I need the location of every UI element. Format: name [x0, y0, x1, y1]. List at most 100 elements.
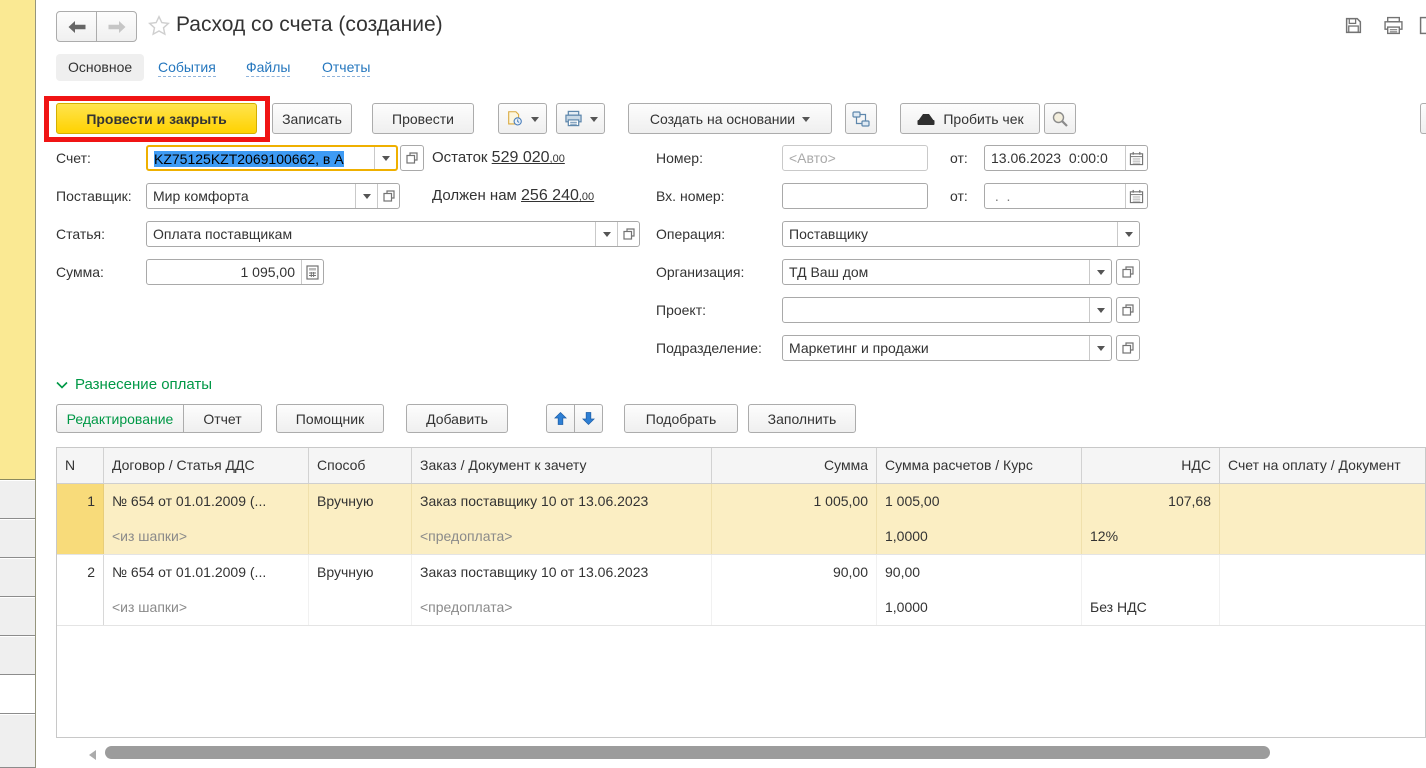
date-value[interactable]: 13.06.2023 0:00:0: [985, 146, 1125, 170]
tab-reports[interactable]: Отчеты: [322, 58, 370, 77]
cell-settlement-sum[interactable]: 90,00: [877, 555, 1082, 590]
department-open-button[interactable]: [1116, 335, 1140, 361]
scroll-left-arrow[interactable]: [84, 750, 96, 760]
calendar-icon: [1129, 151, 1144, 166]
save-icon[interactable]: [1344, 16, 1363, 40]
cell-vat[interactable]: 107,68: [1082, 484, 1220, 519]
edit-mode-button[interactable]: Редактирование: [56, 404, 184, 433]
clipped-toolbar-button[interactable]: [1420, 103, 1426, 134]
search-button[interactable]: [1044, 103, 1076, 134]
related-documents-button[interactable]: [845, 103, 877, 134]
incoming-date-value[interactable]: . .: [985, 184, 1125, 208]
cell-contract[interactable]: № 654 от 01.01.2009 (...: [104, 484, 309, 519]
operation-value[interactable]: Поставщику: [783, 222, 1117, 246]
department-value[interactable]: Маркетинг и продажи: [783, 336, 1089, 360]
supplier-dropdown[interactable]: [355, 184, 377, 208]
incoming-number-field[interactable]: [782, 183, 928, 209]
account-open-button[interactable]: [400, 145, 424, 171]
cell-method[interactable]: Вручную: [309, 555, 412, 590]
article-dropdown[interactable]: [595, 222, 617, 246]
cell-invoice[interactable]: [1220, 484, 1425, 519]
incoming-date-calendar-button[interactable]: [1125, 184, 1147, 208]
article-open-button[interactable]: [617, 222, 639, 246]
incoming-number-value[interactable]: [783, 184, 927, 208]
favorite-star-icon[interactable]: [148, 15, 170, 36]
cell-vat[interactable]: [1082, 555, 1220, 590]
project-dropdown[interactable]: [1089, 298, 1111, 322]
table-row[interactable]: 1 № 654 от 01.01.2009 (... <из шапки> Вр…: [57, 484, 1425, 555]
amount-field[interactable]: 1 095,00: [146, 259, 324, 285]
balance-amount-link[interactable]: 529 020: [492, 149, 550, 166]
project-open-button[interactable]: [1116, 297, 1140, 323]
payment-section-toggle[interactable]: Разнесение оплаты: [56, 376, 212, 393]
post-button[interactable]: Провести: [372, 103, 474, 134]
add-row-button[interactable]: Добавить: [406, 404, 508, 433]
number-placeholder[interactable]: <Авто>: [783, 146, 927, 170]
post-and-close-button[interactable]: Провести и закрыть: [56, 103, 257, 134]
postpone-dropdown-button[interactable]: [498, 103, 547, 134]
owed-amount-link[interactable]: 256 240: [521, 187, 579, 204]
department-field[interactable]: Маркетинг и продажи: [782, 335, 1112, 361]
cell-order-note[interactable]: <предоплата>: [412, 519, 712, 554]
supplier-field[interactable]: Мир комфорта: [146, 183, 400, 209]
project-field[interactable]: [782, 297, 1112, 323]
report-mode-button[interactable]: Отчет: [183, 404, 262, 433]
supplier-owed: Должен нам 256 240,00: [432, 183, 594, 210]
amount-calculator-button[interactable]: [301, 260, 323, 284]
write-button[interactable]: Записать: [272, 103, 352, 134]
number-field[interactable]: <Авто>: [782, 145, 928, 171]
create-based-on-button[interactable]: Создать на основании: [628, 103, 832, 134]
cell-contract[interactable]: № 654 от 01.01.2009 (...: [104, 555, 309, 590]
cell-settlement-sum[interactable]: 1 005,00: [877, 484, 1082, 519]
department-dropdown[interactable]: [1089, 336, 1111, 360]
amount-value[interactable]: 1 095,00: [147, 260, 301, 284]
cell-contract-note[interactable]: <из шапки>: [104, 519, 309, 554]
print-dropdown-button[interactable]: [556, 103, 605, 134]
cell-vat-rate[interactable]: Без НДС: [1082, 590, 1220, 625]
forward-button[interactable]: [96, 11, 137, 42]
fill-button[interactable]: Заполнить: [748, 404, 856, 433]
cell-contract-note[interactable]: <из шапки>: [104, 590, 309, 625]
cell-vat-rate[interactable]: 12%: [1082, 519, 1220, 554]
supplier-value[interactable]: Мир комфорта: [147, 184, 355, 208]
date-field[interactable]: 13.06.2023 0:00:0: [984, 145, 1148, 171]
tab-files[interactable]: Файлы: [246, 58, 290, 77]
horizontal-scrollbar-thumb[interactable]: [105, 746, 1270, 759]
row-number[interactable]: 2: [57, 555, 104, 625]
account-field[interactable]: KZ75125KZT2069100662, в А: [146, 145, 398, 171]
pick-button[interactable]: Подобрать: [624, 404, 738, 433]
cell-order-note[interactable]: <предоплата>: [412, 590, 712, 625]
print-receipt-button[interactable]: Пробить чек: [900, 103, 1040, 134]
move-down-button[interactable]: [574, 404, 603, 433]
cell-sum[interactable]: 90,00: [712, 555, 877, 590]
organization-open-button[interactable]: [1116, 259, 1140, 285]
assistant-button[interactable]: Помощник: [276, 404, 384, 433]
operation-field[interactable]: Поставщику: [782, 221, 1140, 247]
tab-main[interactable]: Основное: [56, 54, 144, 81]
incoming-date-field[interactable]: . .: [984, 183, 1148, 209]
back-button[interactable]: [56, 11, 97, 42]
row-number[interactable]: 1: [57, 484, 104, 554]
organization-dropdown[interactable]: [1089, 260, 1111, 284]
cell-invoice[interactable]: [1220, 555, 1425, 590]
organization-field[interactable]: ТД Ваш дом: [782, 259, 1112, 285]
operation-dropdown[interactable]: [1117, 222, 1139, 246]
print-icon[interactable]: [1383, 16, 1404, 40]
cell-method[interactable]: Вручную: [309, 484, 412, 519]
project-value[interactable]: [783, 298, 1089, 322]
table-row[interactable]: 2 № 654 от 01.01.2009 (... <из шапки> Вр…: [57, 555, 1425, 626]
article-field[interactable]: Оплата поставщикам: [146, 221, 640, 247]
cell-order[interactable]: Заказ поставщику 10 от 13.06.2023: [412, 484, 712, 519]
article-value[interactable]: Оплата поставщикам: [147, 222, 595, 246]
cell-rate[interactable]: 1,0000: [877, 519, 1082, 554]
cell-rate[interactable]: 1,0000: [877, 590, 1082, 625]
cell-order[interactable]: Заказ поставщику 10 от 13.06.2023: [412, 555, 712, 590]
move-up-button[interactable]: [546, 404, 575, 433]
cell-sum[interactable]: 1 005,00: [712, 484, 877, 519]
date-calendar-button[interactable]: [1125, 146, 1147, 170]
clipped-window-icon[interactable]: [1419, 16, 1426, 40]
organization-value[interactable]: ТД Ваш дом: [783, 260, 1089, 284]
account-dropdown[interactable]: [374, 147, 396, 169]
supplier-open-button[interactable]: [377, 184, 399, 208]
tab-events[interactable]: События: [158, 58, 216, 77]
